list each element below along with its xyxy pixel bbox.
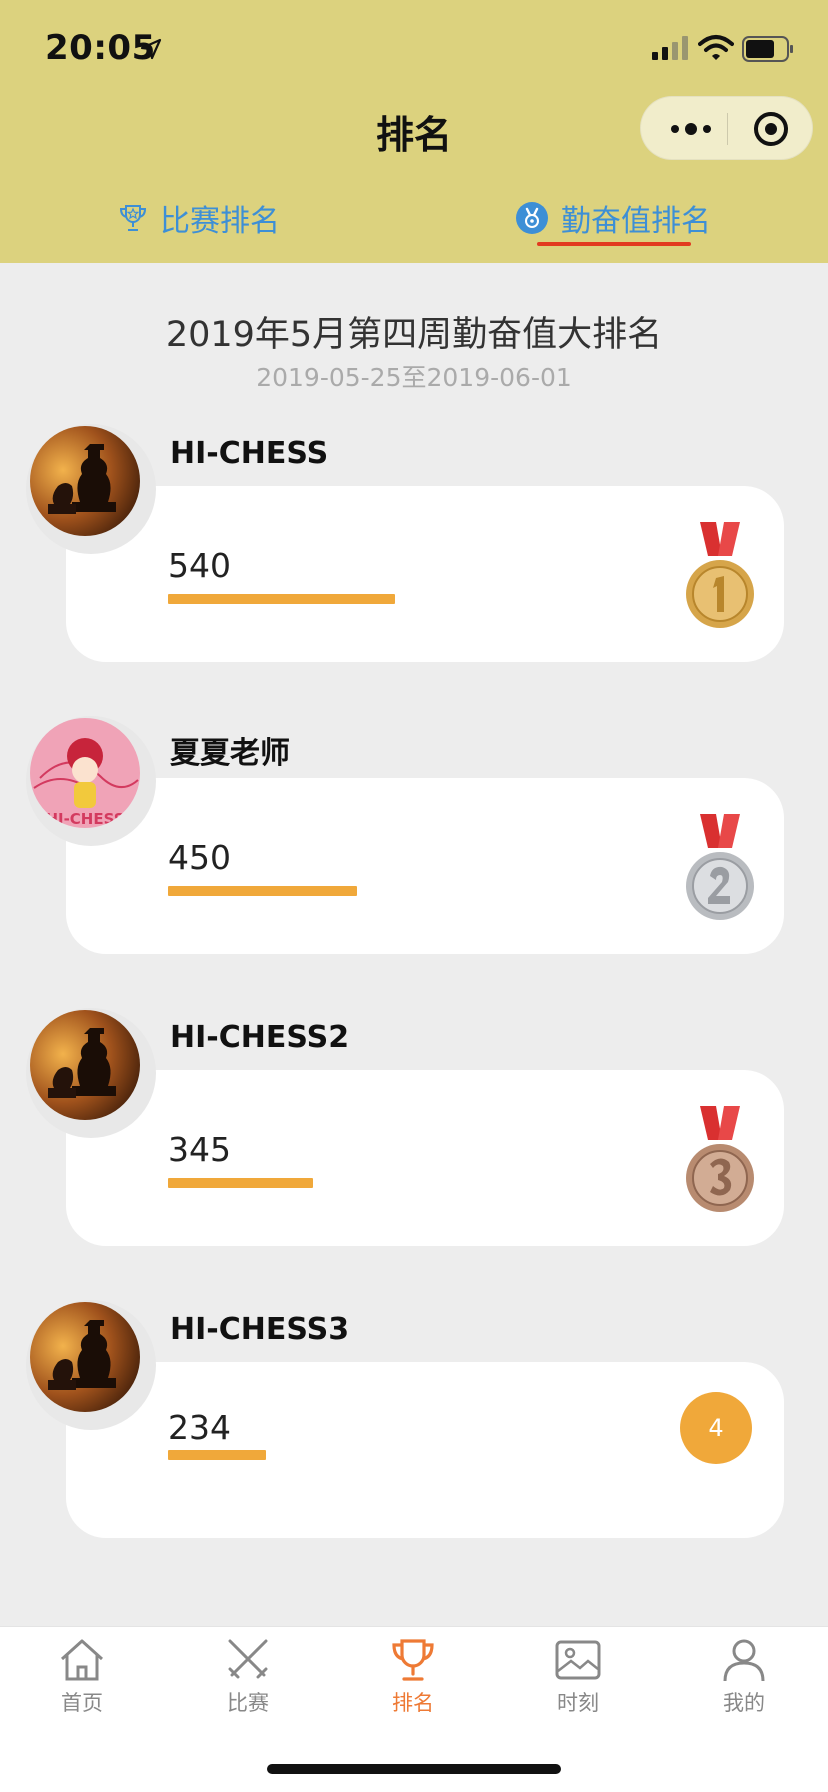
tabbar-label: 比赛	[227, 1691, 269, 1715]
active-tab-indicator	[537, 242, 691, 246]
location-arrow-icon	[140, 38, 162, 60]
diligence-score: 345	[168, 1130, 231, 1169]
tabbar-label: 排名	[392, 1691, 434, 1715]
tabbar-label: 我的	[723, 1691, 765, 1715]
tabbar-item-ranking[interactable]: 排名	[353, 1637, 473, 1737]
score-progress-bar	[168, 594, 395, 604]
score-progress-bar	[168, 1178, 313, 1188]
player-name: HI-CHESS2	[170, 1020, 350, 1055]
diligence-score: 450	[168, 838, 231, 877]
ranking-date-range: 2019-05-25至2019-06-01	[256, 363, 572, 392]
home-indicator	[267, 1764, 561, 1774]
trophy-icon	[392, 1639, 434, 1681]
tabbar-item-moments[interactable]: 时刻	[518, 1637, 638, 1737]
status-bar: 20:05	[0, 0, 828, 100]
medal-badge-icon	[516, 202, 548, 234]
tab-match-ranking[interactable]: 比赛排名	[118, 190, 280, 246]
tabbar-label: 时刻	[557, 1691, 599, 1715]
ranking-item-3[interactable]: HI-CHESS2 345	[0, 1008, 828, 1248]
tabbar-label: 首页	[61, 1691, 103, 1715]
rank-number-badge: 4	[680, 1392, 752, 1464]
battery-icon	[742, 36, 793, 62]
trophy-star-icon	[119, 205, 147, 231]
capsule-divider	[727, 113, 728, 145]
avatar	[30, 1010, 140, 1120]
score-progress-bar	[168, 1450, 266, 1460]
score-progress-bar	[168, 886, 357, 896]
gold-medal-icon	[686, 522, 754, 628]
silver-medal-icon	[686, 814, 754, 920]
player-name: 夏夏老师	[170, 736, 290, 771]
ranking-item-1[interactable]: HI-CHESS 540	[0, 424, 828, 664]
ranking-item-2[interactable]: HI-CHESS 夏夏老师 450	[0, 716, 828, 956]
mini-program-capsule	[640, 96, 813, 160]
tabbar-item-match[interactable]: 比赛	[188, 1637, 308, 1737]
player-name: HI-CHESS3	[170, 1312, 350, 1347]
tab-diligence-ranking[interactable]: 勤奋值排名	[515, 190, 711, 246]
player-name: HI-CHESS	[170, 436, 329, 471]
ranking-tabs: 比赛排名 勤奋值排名	[0, 190, 828, 250]
diligence-score: 234	[168, 1408, 231, 1447]
cellular-signal-icon	[652, 36, 688, 60]
header: 20:05 排名 比赛排名 勤奋值排名	[0, 0, 828, 263]
home-icon	[60, 1639, 104, 1681]
avatar	[30, 1302, 140, 1412]
wifi-icon	[698, 35, 734, 60]
person-icon	[723, 1639, 765, 1682]
tabbar-item-home[interactable]: 首页	[22, 1637, 142, 1737]
avatar: HI-CHESS	[30, 718, 140, 828]
crossed-swords-icon	[228, 1639, 268, 1679]
tab-match-ranking-label: 比赛排名	[160, 204, 280, 239]
ranking-period-title: 2019年5月第四周勤奋值大排名	[165, 315, 663, 355]
tabbar-item-mine[interactable]: 我的	[684, 1637, 804, 1737]
tab-diligence-ranking-label: 勤奋值排名	[561, 204, 711, 239]
diligence-score: 540	[168, 546, 231, 585]
bronze-medal-icon	[686, 1106, 754, 1212]
ranking-item-4[interactable]: HI-CHESS3 234 4	[0, 1300, 828, 1540]
more-options-icon[interactable]	[665, 113, 717, 145]
avatar	[30, 426, 140, 536]
close-mini-program-icon[interactable]	[751, 109, 791, 149]
photo-icon	[555, 1640, 601, 1680]
